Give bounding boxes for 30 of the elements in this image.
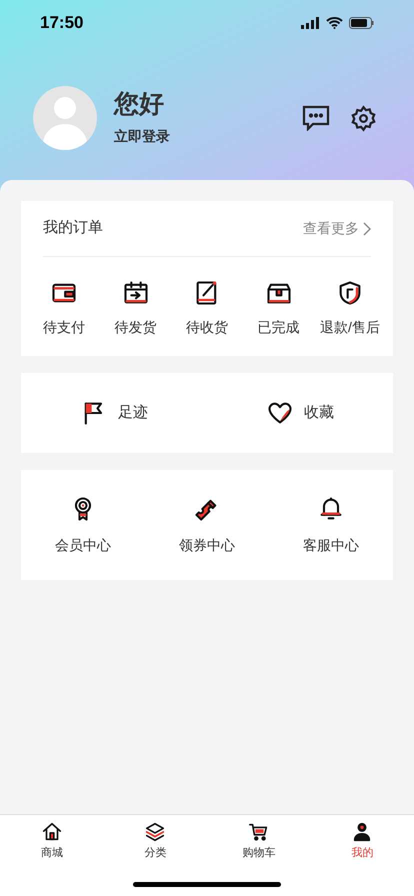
cart-icon: [248, 821, 270, 843]
order-status-button[interactable]: 待发货: [102, 279, 168, 338]
layers-icon: [144, 821, 166, 843]
settings-icon: [350, 104, 377, 132]
order-status-button[interactable]: 退款/售后: [317, 279, 383, 338]
section-title: 我的订单: [43, 218, 103, 238]
home-icon: [40, 821, 63, 843]
tab[interactable]: 购物车: [207, 821, 310, 862]
service-button[interactable]: 领券中心: [145, 494, 269, 556]
signal-icon: [301, 17, 320, 29]
tab[interactable]: 分类: [104, 821, 207, 862]
view-more-link[interactable]: 查看更多: [303, 218, 371, 239]
service-button[interactable]: 客服中心: [269, 494, 393, 556]
service-button[interactable]: 会员中心: [21, 494, 145, 556]
greeting: 您好: [114, 88, 165, 120]
wifi-icon: [326, 17, 343, 29]
settings-button[interactable]: [350, 104, 377, 132]
message-button[interactable]: [302, 105, 330, 131]
shortcut-button[interactable]: 收藏: [207, 373, 393, 453]
status-time: 17:50: [40, 12, 84, 34]
order-status-button[interactable]: 已完成: [246, 279, 312, 338]
tab[interactable]: 我的: [310, 821, 414, 862]
chat-icon: [302, 105, 330, 131]
login-link[interactable]: 立即登录: [114, 126, 170, 148]
order-status-button[interactable]: 待收货: [174, 279, 240, 338]
shortcut-button[interactable]: 足迹: [21, 373, 207, 453]
battery-icon: [349, 17, 374, 29]
order-status-button[interactable]: 待支付: [31, 279, 97, 338]
chevron-right-icon: [363, 222, 371, 236]
tab[interactable]: 商城: [0, 821, 104, 862]
